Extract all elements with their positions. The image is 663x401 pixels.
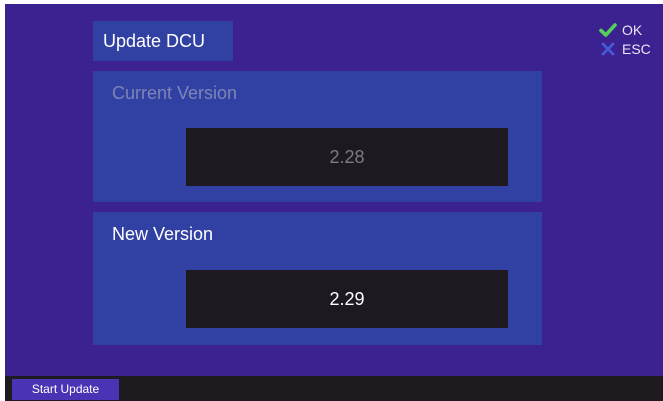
new-version-panel: New Version 2.29 [93,212,542,345]
softkey-panel: OK ESC [598,21,663,59]
ok-button[interactable]: OK [598,21,663,39]
current-version-value: 2.28 [186,128,508,186]
esc-button[interactable]: ESC [598,40,663,58]
ok-label: OK [622,22,643,38]
close-icon [598,40,618,58]
new-version-value[interactable]: 2.29 [186,270,508,328]
start-update-button[interactable]: Start Update [12,379,119,400]
check-icon [598,21,618,39]
page-title: Update DCU [93,21,233,61]
new-version-label: New Version [112,224,214,244]
current-version-panel: Current Version 2.28 [93,71,542,202]
esc-label: ESC [622,41,651,57]
current-version-label: Current Version [112,83,238,103]
update-dcu-screen: Update DCU OK ESC Current Version 2.28 N… [5,4,663,401]
footer-bar: Start Update [5,376,663,401]
